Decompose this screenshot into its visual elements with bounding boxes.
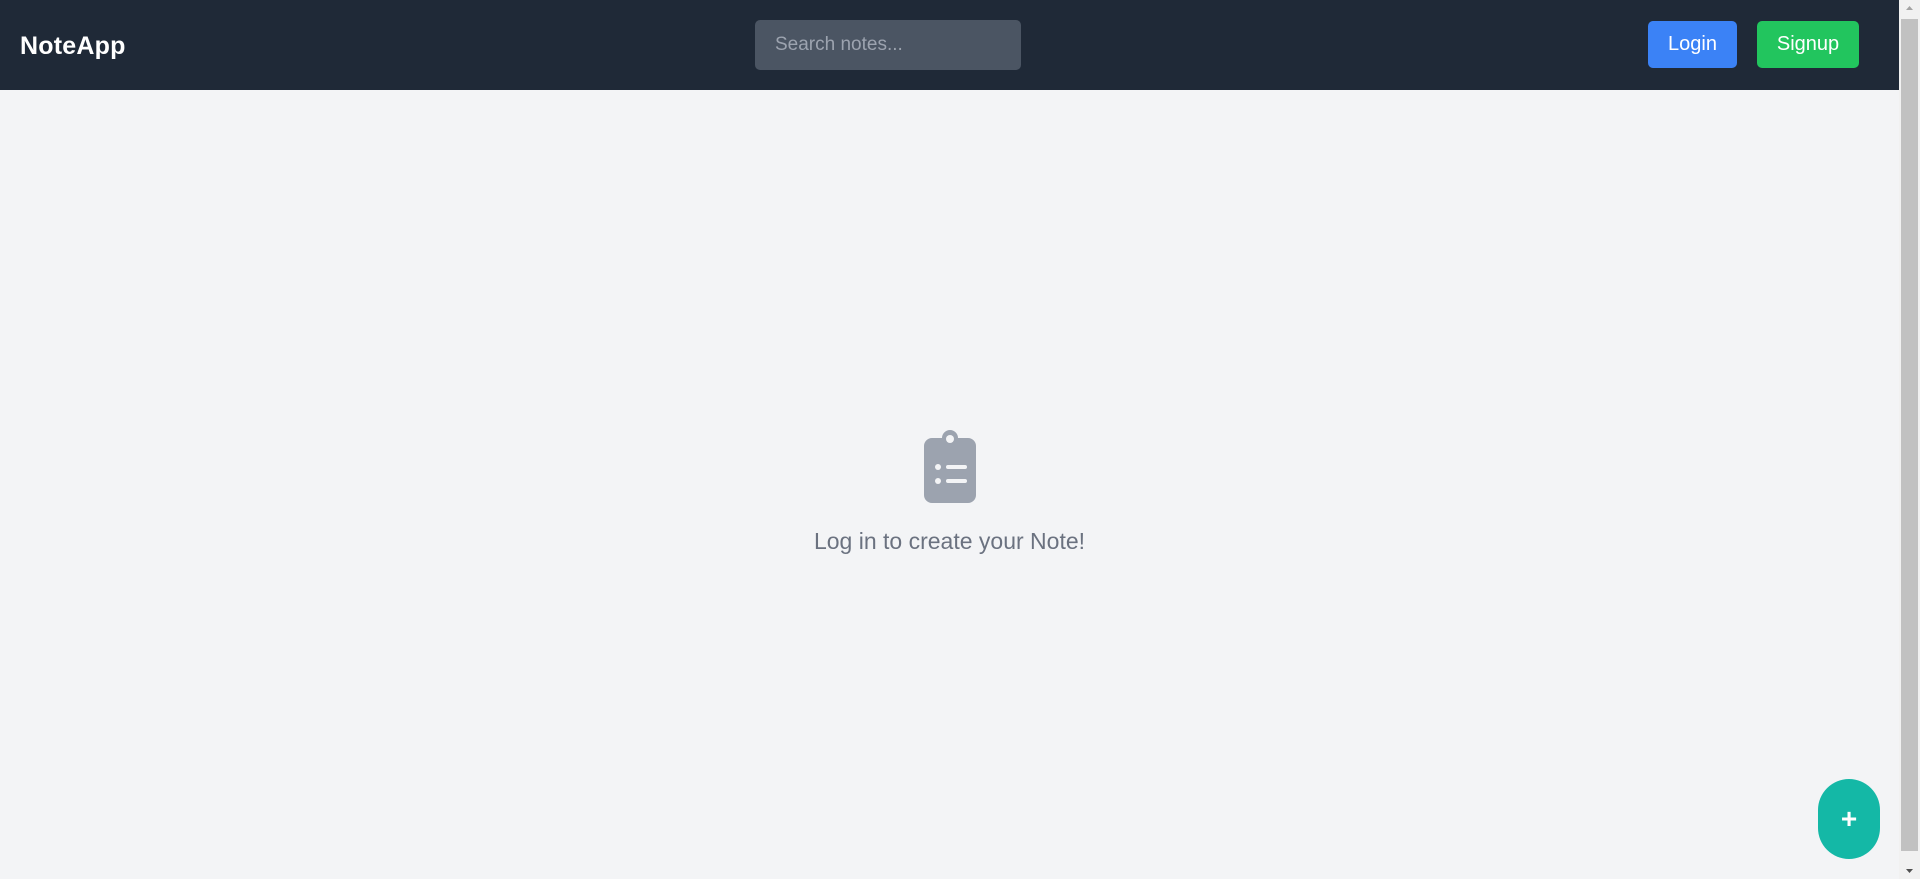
signup-button[interactable]: Signup — [1757, 21, 1859, 68]
empty-state-message: Log in to create your Note! — [813, 528, 1086, 554]
app-viewport: NoteApp Login Signup Log in to create yo… — [0, 0, 1899, 879]
empty-state: Log in to create your Note! — [0, 430, 1899, 555]
search-input[interactable] — [755, 20, 1021, 70]
navbar: NoteApp Login Signup — [0, 0, 1899, 90]
scrollbar-thumb[interactable] — [1901, 19, 1918, 851]
clipboard-list-icon — [923, 430, 976, 503]
vertical-scrollbar[interactable] — [1899, 0, 1920, 879]
login-button[interactable]: Login — [1648, 21, 1737, 68]
scroll-up-arrow-icon[interactable] — [1899, 0, 1920, 17]
add-note-button[interactable]: + — [1818, 779, 1880, 859]
scroll-down-arrow-icon[interactable] — [1899, 862, 1920, 879]
brand-logo[interactable]: NoteApp — [20, 0, 126, 90]
